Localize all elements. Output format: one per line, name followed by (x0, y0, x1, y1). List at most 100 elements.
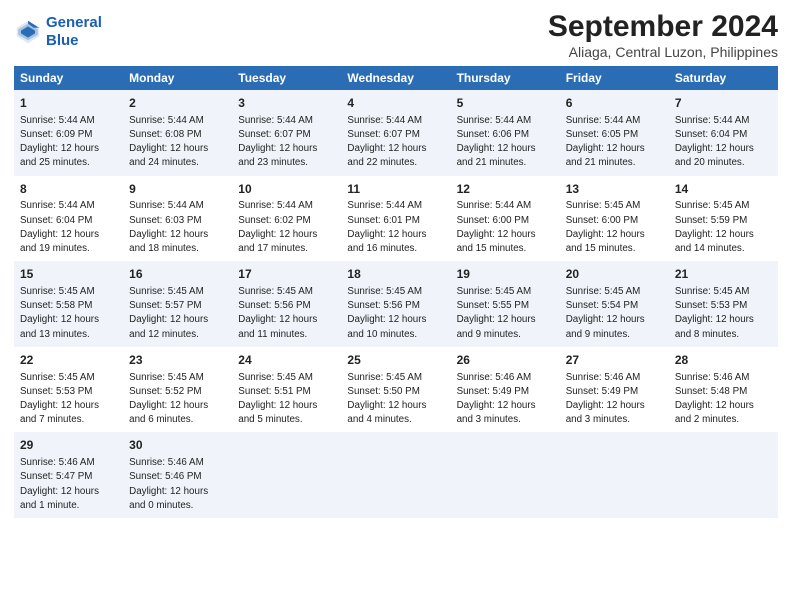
logo-text: General Blue (46, 14, 102, 50)
cell-info: Sunrise: 5:44 AMSunset: 6:04 PMDaylight:… (675, 115, 754, 169)
cell-info: Sunrise: 5:44 AMSunset: 6:06 PMDaylight:… (457, 115, 536, 169)
calendar-cell: 25 Sunrise: 5:45 AMSunset: 5:50 PMDaylig… (341, 347, 450, 433)
calendar-cell: 26 Sunrise: 5:46 AMSunset: 5:49 PMDaylig… (451, 347, 560, 433)
day-number: 11 (347, 181, 444, 198)
day-number: 23 (129, 352, 226, 369)
cell-info: Sunrise: 5:44 AMSunset: 6:08 PMDaylight:… (129, 115, 208, 169)
cell-info: Sunrise: 5:45 AMSunset: 5:56 PMDaylight:… (238, 286, 317, 340)
day-number: 8 (20, 181, 117, 198)
calendar-cell (669, 432, 778, 518)
day-number: 30 (129, 437, 226, 454)
calendar-cell: 14 Sunrise: 5:45 AMSunset: 5:59 PMDaylig… (669, 176, 778, 262)
day-number: 25 (347, 352, 444, 369)
calendar-header-row: SundayMondayTuesdayWednesdayThursdayFrid… (14, 66, 778, 90)
cell-info: Sunrise: 5:46 AMSunset: 5:46 PMDaylight:… (129, 457, 208, 511)
day-number: 1 (20, 95, 117, 112)
calendar-week-row: 22 Sunrise: 5:45 AMSunset: 5:53 PMDaylig… (14, 347, 778, 433)
calendar-table: SundayMondayTuesdayWednesdayThursdayFrid… (14, 66, 778, 518)
cell-info: Sunrise: 5:45 AMSunset: 5:53 PMDaylight:… (675, 286, 754, 340)
cell-info: Sunrise: 5:44 AMSunset: 6:04 PMDaylight:… (20, 200, 99, 254)
calendar-week-row: 15 Sunrise: 5:45 AMSunset: 5:58 PMDaylig… (14, 261, 778, 347)
day-number: 29 (20, 437, 117, 454)
cell-info: Sunrise: 5:44 AMSunset: 6:07 PMDaylight:… (238, 115, 317, 169)
cell-info: Sunrise: 5:46 AMSunset: 5:49 PMDaylight:… (566, 372, 645, 426)
calendar-cell: 30 Sunrise: 5:46 AMSunset: 5:46 PMDaylig… (123, 432, 232, 518)
cell-info: Sunrise: 5:46 AMSunset: 5:49 PMDaylight:… (457, 372, 536, 426)
calendar-cell: 10 Sunrise: 5:44 AMSunset: 6:02 PMDaylig… (232, 176, 341, 262)
day-number: 18 (347, 266, 444, 283)
day-number: 10 (238, 181, 335, 198)
cell-info: Sunrise: 5:44 AMSunset: 6:05 PMDaylight:… (566, 115, 645, 169)
calendar-cell: 3 Sunrise: 5:44 AMSunset: 6:07 PMDayligh… (232, 90, 341, 176)
calendar-cell (560, 432, 669, 518)
calendar-cell: 8 Sunrise: 5:44 AMSunset: 6:04 PMDayligh… (14, 176, 123, 262)
day-number: 28 (675, 352, 772, 369)
cell-info: Sunrise: 5:45 AMSunset: 5:55 PMDaylight:… (457, 286, 536, 340)
header: General Blue September 2024 Aliaga, Cent… (14, 10, 778, 60)
calendar-cell: 13 Sunrise: 5:45 AMSunset: 6:00 PMDaylig… (560, 176, 669, 262)
calendar-cell: 15 Sunrise: 5:45 AMSunset: 5:58 PMDaylig… (14, 261, 123, 347)
calendar-weekday-sunday: Sunday (14, 66, 123, 90)
day-number: 21 (675, 266, 772, 283)
calendar-cell: 7 Sunrise: 5:44 AMSunset: 6:04 PMDayligh… (669, 90, 778, 176)
day-number: 17 (238, 266, 335, 283)
cell-info: Sunrise: 5:44 AMSunset: 6:03 PMDaylight:… (129, 200, 208, 254)
cell-info: Sunrise: 5:44 AMSunset: 6:02 PMDaylight:… (238, 200, 317, 254)
calendar-cell (451, 432, 560, 518)
calendar-week-row: 1 Sunrise: 5:44 AMSunset: 6:09 PMDayligh… (14, 90, 778, 176)
calendar-weekday-wednesday: Wednesday (341, 66, 450, 90)
day-number: 12 (457, 181, 554, 198)
cell-info: Sunrise: 5:44 AMSunset: 6:01 PMDaylight:… (347, 200, 426, 254)
cell-info: Sunrise: 5:46 AMSunset: 5:48 PMDaylight:… (675, 372, 754, 426)
calendar-cell (341, 432, 450, 518)
calendar-cell: 16 Sunrise: 5:45 AMSunset: 5:57 PMDaylig… (123, 261, 232, 347)
calendar-cell: 18 Sunrise: 5:45 AMSunset: 5:56 PMDaylig… (341, 261, 450, 347)
calendar-cell: 12 Sunrise: 5:44 AMSunset: 6:00 PMDaylig… (451, 176, 560, 262)
cell-info: Sunrise: 5:45 AMSunset: 5:53 PMDaylight:… (20, 372, 99, 426)
day-number: 22 (20, 352, 117, 369)
calendar-cell (232, 432, 341, 518)
calendar-weekday-monday: Monday (123, 66, 232, 90)
day-number: 9 (129, 181, 226, 198)
day-number: 14 (675, 181, 772, 198)
title-block: September 2024 Aliaga, Central Luzon, Ph… (548, 10, 778, 60)
cell-info: Sunrise: 5:44 AMSunset: 6:07 PMDaylight:… (347, 115, 426, 169)
calendar-cell: 27 Sunrise: 5:46 AMSunset: 5:49 PMDaylig… (560, 347, 669, 433)
calendar-weekday-tuesday: Tuesday (232, 66, 341, 90)
logo-icon (14, 18, 42, 46)
calendar-cell: 28 Sunrise: 5:46 AMSunset: 5:48 PMDaylig… (669, 347, 778, 433)
cell-info: Sunrise: 5:45 AMSunset: 5:59 PMDaylight:… (675, 200, 754, 254)
day-number: 19 (457, 266, 554, 283)
calendar-cell: 20 Sunrise: 5:45 AMSunset: 5:54 PMDaylig… (560, 261, 669, 347)
main-title: September 2024 (548, 10, 778, 44)
calendar-cell: 22 Sunrise: 5:45 AMSunset: 5:53 PMDaylig… (14, 347, 123, 433)
calendar-cell: 11 Sunrise: 5:44 AMSunset: 6:01 PMDaylig… (341, 176, 450, 262)
day-number: 2 (129, 95, 226, 112)
cell-info: Sunrise: 5:45 AMSunset: 5:57 PMDaylight:… (129, 286, 208, 340)
cell-info: Sunrise: 5:45 AMSunset: 6:00 PMDaylight:… (566, 200, 645, 254)
day-number: 7 (675, 95, 772, 112)
calendar-cell: 5 Sunrise: 5:44 AMSunset: 6:06 PMDayligh… (451, 90, 560, 176)
calendar-cell: 21 Sunrise: 5:45 AMSunset: 5:53 PMDaylig… (669, 261, 778, 347)
cell-info: Sunrise: 5:45 AMSunset: 5:50 PMDaylight:… (347, 372, 426, 426)
day-number: 26 (457, 352, 554, 369)
calendar-cell: 2 Sunrise: 5:44 AMSunset: 6:08 PMDayligh… (123, 90, 232, 176)
calendar-weekday-saturday: Saturday (669, 66, 778, 90)
day-number: 6 (566, 95, 663, 112)
calendar-cell: 9 Sunrise: 5:44 AMSunset: 6:03 PMDayligh… (123, 176, 232, 262)
calendar-cell: 24 Sunrise: 5:45 AMSunset: 5:51 PMDaylig… (232, 347, 341, 433)
calendar-week-row: 8 Sunrise: 5:44 AMSunset: 6:04 PMDayligh… (14, 176, 778, 262)
day-number: 16 (129, 266, 226, 283)
cell-info: Sunrise: 5:44 AMSunset: 6:09 PMDaylight:… (20, 115, 99, 169)
calendar-cell: 1 Sunrise: 5:44 AMSunset: 6:09 PMDayligh… (14, 90, 123, 176)
day-number: 20 (566, 266, 663, 283)
cell-info: Sunrise: 5:44 AMSunset: 6:00 PMDaylight:… (457, 200, 536, 254)
day-number: 3 (238, 95, 335, 112)
cell-info: Sunrise: 5:45 AMSunset: 5:54 PMDaylight:… (566, 286, 645, 340)
page-container: General Blue September 2024 Aliaga, Cent… (0, 0, 792, 528)
calendar-cell: 23 Sunrise: 5:45 AMSunset: 5:52 PMDaylig… (123, 347, 232, 433)
calendar-weekday-friday: Friday (560, 66, 669, 90)
calendar-cell: 4 Sunrise: 5:44 AMSunset: 6:07 PMDayligh… (341, 90, 450, 176)
logo: General Blue (14, 14, 102, 50)
day-number: 5 (457, 95, 554, 112)
